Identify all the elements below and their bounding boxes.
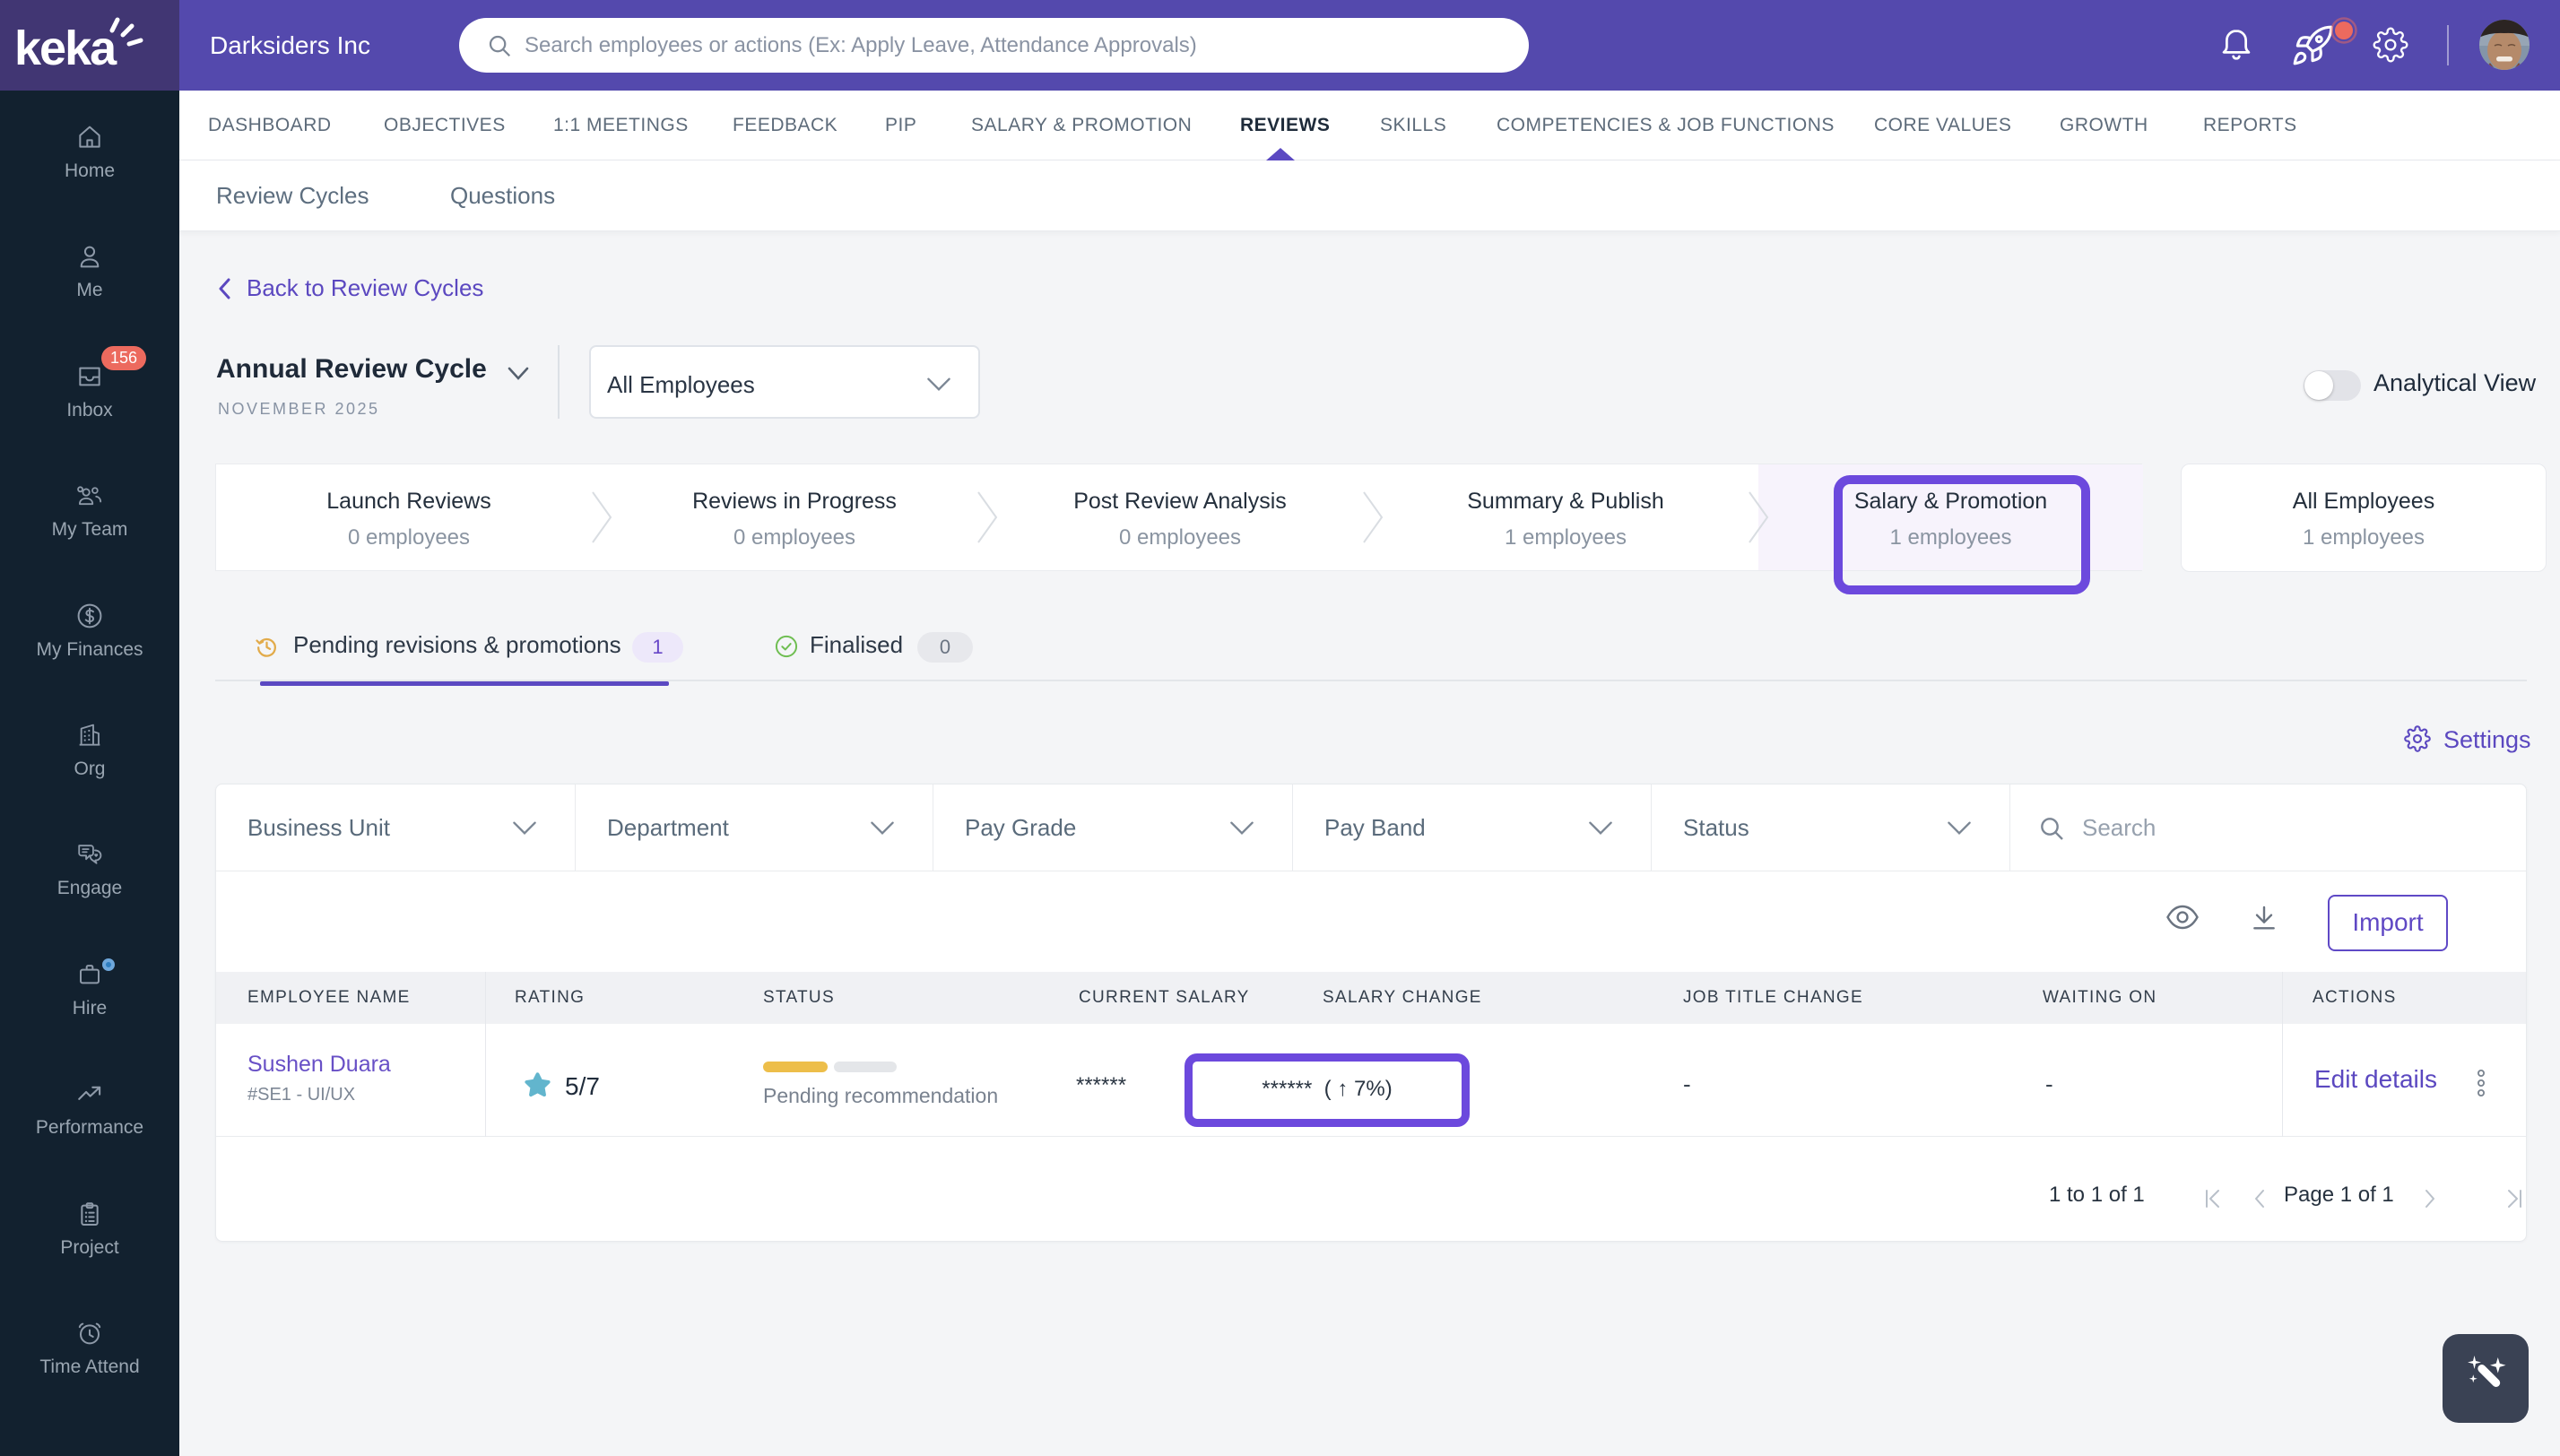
svg-text:keka: keka [14,22,117,75]
